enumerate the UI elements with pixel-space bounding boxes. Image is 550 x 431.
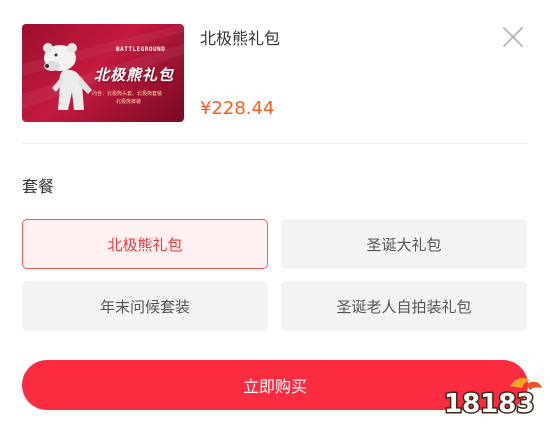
purchase-sheet: BATTLEGROUND 北极熊礼包 内含：北极熊头套、北极熊套装 北极熊裤装 … — [0, 0, 550, 431]
package-option-santa-selfie[interactable]: 圣诞老人自拍装礼包 — [281, 281, 527, 331]
watermark-text: 18183 — [444, 389, 534, 419]
product-thumbnail: BATTLEGROUND 北极熊礼包 内含：北极熊头套、北极熊套装 北极熊裤装 — [22, 24, 184, 122]
package-option-christmas-big[interactable]: 圣诞大礼包 — [281, 219, 527, 269]
thumbnail-caption-2: 北极熊裤装 — [116, 99, 142, 105]
thumbnail-caption-1: 内含：北极熊头套、北极熊套装 — [92, 91, 163, 97]
divider — [22, 143, 528, 144]
thumbnail-title: 北极熊礼包 — [94, 66, 175, 84]
close-button[interactable] — [500, 24, 526, 50]
product-price: ¥228.44 — [200, 98, 275, 119]
package-section-label: 套餐 — [22, 177, 55, 196]
package-option-polar-bear[interactable]: 北极熊礼包 — [22, 219, 268, 269]
game-logo: BATTLEGROUND — [116, 46, 166, 53]
product-name: 北极熊礼包 — [200, 29, 281, 48]
close-icon — [503, 27, 523, 47]
package-option-year-end[interactable]: 年末问候套装 — [22, 281, 268, 331]
watermark-logo-icon: 18183 — [443, 378, 542, 421]
site-watermark: 18183 — [440, 372, 544, 422]
